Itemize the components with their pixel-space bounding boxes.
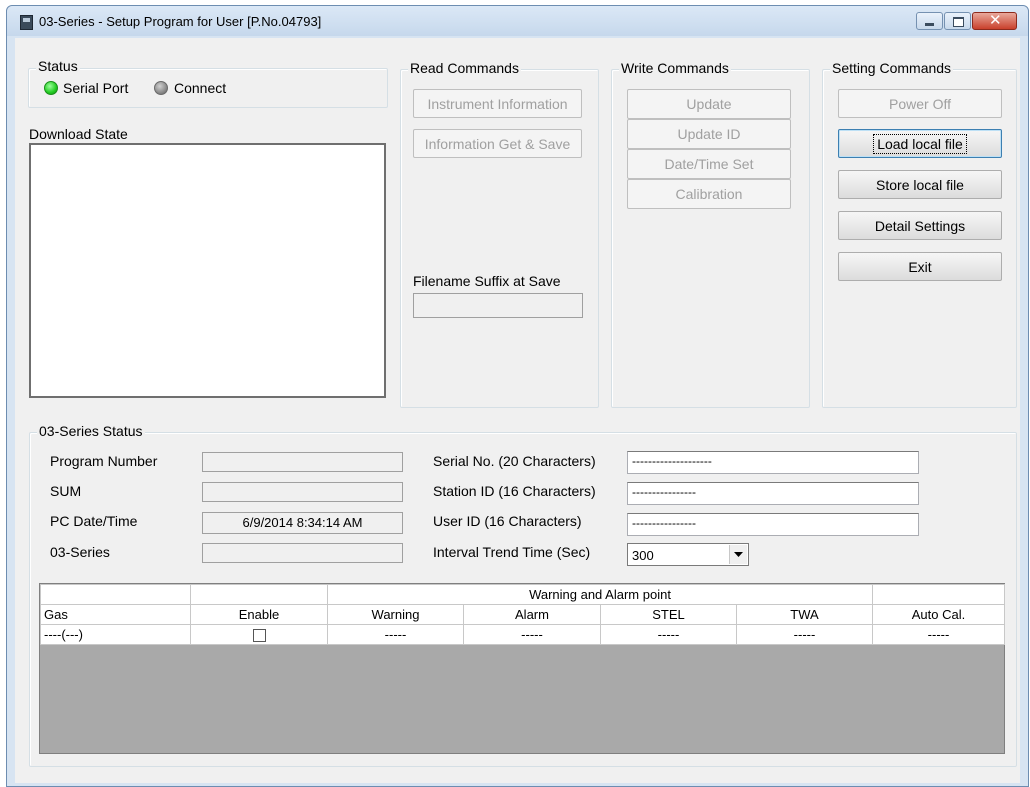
col-header-stel: STEL xyxy=(600,604,737,625)
header-blank-gas xyxy=(40,584,191,605)
title-bar[interactable]: 03-Series - Setup Program for User [P.No… xyxy=(7,6,1028,36)
minimize-icon xyxy=(925,23,934,26)
interval-trend-value: 300 xyxy=(632,548,654,563)
program-number-field xyxy=(202,452,403,472)
warning-cell[interactable]: ----- xyxy=(327,624,464,645)
information-get-save-button[interactable]: Information Get & Save xyxy=(413,129,582,158)
serial-no-label: Serial No. (20 Characters) xyxy=(433,453,596,469)
update-button[interactable]: Update xyxy=(627,89,791,119)
read-commands-title: Read Commands xyxy=(408,60,521,76)
col-header-enable: Enable xyxy=(190,604,328,625)
interval-trend-label: Interval Trend Time (Sec) xyxy=(433,544,591,560)
setting-commands-title: Setting Commands xyxy=(830,60,954,76)
warning-alarm-header: Warning and Alarm point xyxy=(327,584,873,605)
write-commands-title: Write Commands xyxy=(619,60,731,76)
alarm-cell[interactable]: ----- xyxy=(463,624,601,645)
load-local-file-button[interactable]: Load local file xyxy=(838,129,1002,158)
read-commands-group xyxy=(400,69,599,408)
auto-cal-cell[interactable]: ----- xyxy=(872,624,1005,645)
minimize-button[interactable] xyxy=(916,12,943,30)
gas-cell[interactable]: ----(---) xyxy=(40,624,191,645)
instrument-information-button[interactable]: Instrument Information xyxy=(413,89,582,118)
pc-datetime-label: PC Date/Time xyxy=(50,513,138,529)
close-button[interactable]: ✕ xyxy=(972,12,1017,30)
serial-port-label: Serial Port xyxy=(63,80,129,96)
maximize-icon xyxy=(953,17,964,27)
filename-suffix-label: Filename Suffix at Save xyxy=(413,273,561,289)
close-icon: ✕ xyxy=(989,12,1002,29)
maximize-button[interactable] xyxy=(944,12,971,30)
user-id-input[interactable]: ---------------- xyxy=(627,513,919,536)
interval-trend-select[interactable]: 300 xyxy=(627,543,749,566)
connect-led xyxy=(154,81,168,95)
col-header-warning: Warning xyxy=(327,604,464,625)
power-off-button[interactable]: Power Off xyxy=(838,89,1002,118)
series-label: 03-Series xyxy=(50,544,110,560)
dropdown-arrow-icon[interactable] xyxy=(729,545,747,564)
download-state-box[interactable] xyxy=(29,143,386,398)
header-blank-autocal xyxy=(872,584,1005,605)
datetime-set-button[interactable]: Date/Time Set xyxy=(627,149,791,179)
calibration-button[interactable]: Calibration xyxy=(627,179,791,209)
status-group-title: Status xyxy=(36,58,80,74)
header-blank-enable xyxy=(190,584,328,605)
app-icon xyxy=(20,15,33,30)
pc-datetime-field: 6/9/2014 8:34:14 AM xyxy=(202,512,403,534)
col-header-gas: Gas xyxy=(40,604,191,625)
table-row[interactable]: ----(---) ----- ----- ----- ----- ----- xyxy=(40,624,1005,645)
update-id-button[interactable]: Update ID xyxy=(627,119,791,149)
load-local-file-label: Load local file xyxy=(873,133,967,154)
user-id-label: User ID (16 Characters) xyxy=(433,513,582,529)
twa-cell[interactable]: ----- xyxy=(736,624,873,645)
program-number-label: Program Number xyxy=(50,453,158,469)
enable-checkbox[interactable] xyxy=(252,629,266,643)
series-field xyxy=(202,543,403,563)
connect-label: Connect xyxy=(174,80,227,96)
series-status-title: 03-Series Status xyxy=(37,423,145,439)
col-header-twa: TWA xyxy=(736,604,873,625)
serial-port-led xyxy=(44,81,58,95)
col-header-alarm: Alarm xyxy=(463,604,601,625)
detail-settings-button[interactable]: Detail Settings xyxy=(838,211,1002,240)
gas-table-grid: Warning and Alarm point Gas Enable Warni… xyxy=(40,584,1005,645)
exit-button[interactable]: Exit xyxy=(838,252,1002,281)
station-id-label: Station ID (16 Characters) xyxy=(433,483,596,499)
station-id-input[interactable]: ---------------- xyxy=(627,482,919,505)
filename-suffix-field[interactable] xyxy=(413,293,583,318)
gas-table: Warning and Alarm point Gas Enable Warni… xyxy=(39,583,1005,754)
window-title: 03-Series - Setup Program for User [P.No… xyxy=(39,14,322,29)
store-local-file-button[interactable]: Store local file xyxy=(838,170,1002,199)
sum-label: SUM xyxy=(50,483,82,499)
serial-no-input[interactable]: -------------------- xyxy=(627,451,919,474)
stel-cell[interactable]: ----- xyxy=(600,624,737,645)
sum-field xyxy=(202,482,403,502)
enable-cell[interactable] xyxy=(190,624,328,645)
col-header-auto-cal: Auto Cal. xyxy=(872,604,1005,625)
download-state-label: Download State xyxy=(29,126,128,142)
